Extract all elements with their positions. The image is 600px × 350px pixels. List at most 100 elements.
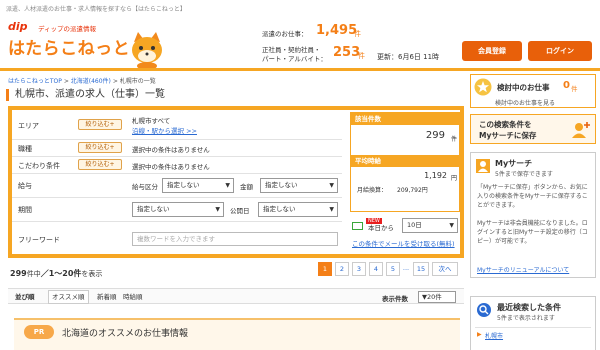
search-row-kodawari: こだわり条件 絞り込む+ 選択中の条件はありません: [12, 157, 342, 174]
breadcrumb: はたらこねっとTOP > 北海道(460件) > 札幌市の一覧: [8, 76, 156, 85]
site-logo[interactable]: dip ディップの派遣情報 はたらこねっと: [8, 20, 168, 70]
dip-logo-sub: ディップの派遣情報: [38, 25, 97, 33]
mascot-fox-icon: [132, 32, 162, 70]
area-narrow-button[interactable]: 絞り込む+: [78, 119, 122, 130]
mysearch-box: Myサーチ 5件まで保存できます 「Myサーチに保存」ボタンから、お気に入りの検…: [470, 152, 596, 278]
update-time: 更新：6月6日 11時: [377, 53, 440, 61]
page-1[interactable]: 1: [318, 262, 332, 276]
monthly-label: 月給換算：: [357, 187, 388, 194]
amount-label: 金額: [240, 183, 253, 191]
considering-unit: 件: [571, 85, 578, 93]
sort-bar: 並び順 オススメ順 新着順 時給順 表示件数 ▼20件: [8, 288, 464, 304]
page-3[interactable]: 3: [352, 262, 366, 276]
hit-count-unit: 件: [450, 136, 457, 143]
page-2[interactable]: 2: [335, 262, 349, 276]
published-label: 公開日: [230, 207, 250, 215]
hit-count-label: 該当件数: [351, 113, 459, 125]
sort-new[interactable]: 新着順: [94, 291, 120, 303]
header-divider: [0, 68, 600, 71]
seishain-count-unit: 件: [358, 52, 365, 60]
page-title: 札幌市、派遣の求人（仕事）一覧: [6, 89, 165, 101]
mysearch-renewal-link[interactable]: Myサーチのリニューアルについて: [477, 265, 569, 274]
seishain-count: 253: [333, 45, 361, 60]
register-button[interactable]: 会員登録: [462, 41, 522, 61]
search-conditions-panel: エリア 絞り込む+ 札幌市すべて 沿線・駅から選択 >> 職種 絞り込む+ 選択…: [8, 106, 464, 258]
hit-count: 299: [425, 130, 445, 141]
results-summary-panel: 該当件数 299 件 平均時給 1,192 円 月給換算： 209,792円: [350, 112, 460, 212]
next-page-button[interactable]: 次へ: [432, 262, 458, 276]
page-ellipsis: ...: [401, 262, 411, 276]
published-select[interactable]: 指定しない ▼: [258, 202, 338, 217]
mysearch-title: Myサーチ: [495, 159, 533, 168]
monthly-value: 209,792円: [397, 187, 428, 194]
considering-jobs-box: 検討中のお仕事 0 件 検討中のお仕事を見る: [470, 74, 596, 108]
kodawari-value: 選択中の条件はありません: [132, 163, 210, 171]
breadcrumb-region[interactable]: 北海道(460件): [71, 78, 111, 85]
freeword-input[interactable]: 複数ワードを入力できます: [132, 232, 338, 246]
avg-hourly: 1,192: [424, 171, 447, 180]
recent-title: 最近検索した条件: [497, 303, 561, 312]
mysearch-desc: 「Myサーチに保存」ボタンから、お気に入りの検索条件をMyサーチに保存することが…: [477, 184, 588, 209]
mail-frequency-select[interactable]: 10日 ▼: [402, 218, 458, 233]
considering-count: 0: [563, 80, 570, 91]
pr-title: 北海道のオススメのお仕事情報: [62, 329, 189, 339]
kodawari-narrow-button[interactable]: 絞り込む+: [78, 159, 122, 170]
recent-bullet-icon: ▶: [477, 331, 482, 338]
breadcrumb-top[interactable]: はたらこねっとTOP: [8, 78, 62, 85]
avg-hourly-label: 平均時給: [351, 155, 459, 167]
result-range: ／1〜20件: [40, 269, 82, 278]
amount-select[interactable]: 指定しない ▼: [260, 178, 338, 193]
pr-badge: PR: [24, 325, 54, 339]
mysearch-desc-2: Myサーチは非会員機能になりました。ログインすると旧Myサーチ設定の移行（コピー…: [477, 220, 588, 245]
display-count-label: 表示件数: [382, 295, 408, 303]
mail-prefix: 本日から: [368, 224, 394, 232]
seishain-count-label-2: パート・アルバイト：: [262, 55, 327, 63]
dropdown-arrow-icon: ▼: [215, 206, 220, 213]
sort-recommended[interactable]: オススメ順: [48, 290, 89, 304]
recent-search-box: 最近検索した条件 5件まで表示されます ▶ 札幌市: [470, 296, 596, 350]
area-value: 札幌市すべて: [132, 117, 171, 125]
considering-label: 検討中のお仕事: [497, 83, 550, 92]
job-narrow-button[interactable]: 絞り込む+: [78, 142, 122, 153]
considering-link[interactable]: 検討中のお仕事を見る: [495, 98, 555, 107]
pr-section: PR 北海道のオススメのお仕事情報: [14, 318, 460, 350]
dropdown-arrow-icon: ▼: [329, 182, 334, 189]
page-4[interactable]: 4: [369, 262, 383, 276]
sort-hourly[interactable]: 時給順: [120, 291, 146, 303]
brand-logo-text: はたらこねっと: [8, 39, 131, 59]
recent-item-link[interactable]: 札幌市: [485, 331, 503, 340]
search-row-job: 職種 絞り込む+ 選択中の条件はありません: [12, 140, 342, 157]
area-label: エリア: [18, 122, 39, 130]
haken-count: 1,495: [316, 23, 358, 38]
salary-label: 給与: [18, 182, 32, 190]
mail-icon: [352, 222, 363, 230]
star-icon: [474, 78, 492, 96]
page-5[interactable]: 5: [386, 262, 400, 276]
dropdown-arrow-icon: ▼: [225, 182, 230, 189]
period-select[interactable]: 指定しない ▼: [132, 202, 224, 217]
job-label: 職種: [18, 145, 32, 153]
haken-count-unit: 件: [354, 30, 361, 38]
search-row-salary: 給与 給与区分 指定しない ▼ 金額 指定しない ▼: [12, 174, 342, 198]
recent-sub: 5件まで表示されます: [497, 315, 555, 322]
job-value: 選択中の条件はありません: [132, 146, 210, 154]
header-tagline: 派遣、人材派遣のお仕事・求人情報を探すなら【はたらこねっと】: [6, 6, 186, 13]
page-15[interactable]: 15: [413, 262, 429, 276]
display-count-select[interactable]: ▼20件: [418, 291, 456, 303]
sort-label: 並び順: [15, 293, 35, 301]
save-to-mysearch-button[interactable]: この検索条件を Myサーチに保存: [470, 114, 596, 144]
login-button[interactable]: ログイン: [528, 41, 592, 61]
dropdown-arrow-icon: ▼: [329, 206, 334, 213]
save-line-2: Myサーチに保存: [479, 131, 537, 140]
salary-type-select[interactable]: 指定しない ▼: [162, 178, 234, 193]
kodawari-label: こだわり条件: [18, 162, 60, 170]
period-label: 期間: [18, 206, 32, 214]
haken-count-label: 派遣のお仕事：: [262, 30, 308, 38]
save-line-1: この検索条件を: [479, 120, 532, 129]
breadcrumb-current: 札幌市の一覧: [119, 78, 156, 85]
search-icon: [477, 303, 491, 317]
breadcrumb-separator: >: [112, 78, 118, 85]
mail-subscribe-link[interactable]: この条件でメールを受け取る(無料): [352, 238, 455, 248]
freeword-label: フリーワード: [18, 236, 60, 244]
station-select-link[interactable]: 沿線・駅から選択 >>: [132, 127, 197, 135]
